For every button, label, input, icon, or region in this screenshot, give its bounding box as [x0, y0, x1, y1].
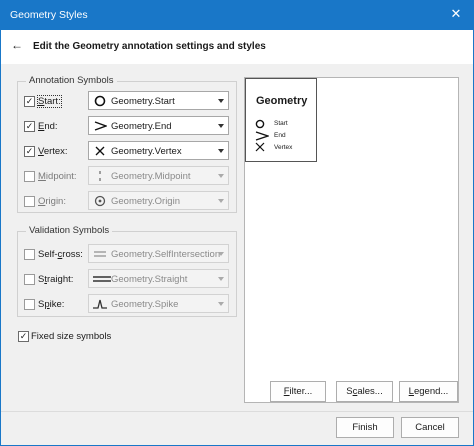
- chevron-down-icon: [218, 124, 224, 128]
- chevron-down-icon: [218, 199, 224, 203]
- end-label: End:: [38, 121, 58, 132]
- circle-icon: [255, 119, 265, 129]
- filter-button[interactable]: Filter...: [270, 381, 326, 402]
- preview-item-label: Vertex: [274, 144, 293, 151]
- spike-icon: [93, 299, 107, 309]
- spike-symbol-value: Geometry.Spike: [111, 299, 179, 310]
- self-cross-symbol-value: Geometry.SelfIntersection: [111, 249, 221, 260]
- straight-symbol-dropdown[interactable]: Geometry.Straight: [88, 269, 229, 288]
- start-checkbox[interactable]: ✓: [24, 96, 35, 107]
- close-icon[interactable]: ✕: [438, 0, 474, 30]
- annotation-symbols-group: Annotation Symbols ✓ Start: Geometry.Sta…: [17, 75, 237, 213]
- chevron-down-icon: [218, 99, 224, 103]
- midpoint-row: Midpoint: Geometry.Midpoint: [18, 166, 236, 186]
- fixed-size-option: ✓ Fixed size symbols: [18, 330, 138, 344]
- window-title: Geometry Styles: [10, 9, 88, 21]
- spike-label: Spike:: [38, 299, 65, 310]
- chevron-down-icon: [218, 149, 224, 153]
- legend-button[interactable]: Legend...: [399, 381, 458, 402]
- x-mark-icon: [95, 146, 105, 156]
- x-mark-icon: [255, 142, 265, 152]
- annotation-symbols-legend: Annotation Symbols: [26, 75, 117, 86]
- start-row: ✓ Start: Geometry.Start: [18, 91, 236, 111]
- cancel-button[interactable]: Cancel: [401, 417, 459, 438]
- straight-lines-icon: [93, 276, 111, 282]
- preview-title: Geometry: [256, 95, 308, 107]
- vertex-symbol-dropdown[interactable]: Geometry.Vertex: [88, 141, 229, 160]
- vertex-row: ✓ Vertex: Geometry.Vertex: [18, 141, 236, 161]
- spike-symbol-dropdown[interactable]: Geometry.Spike: [88, 294, 229, 313]
- straight-symbol-value: Geometry.Straight: [111, 274, 188, 285]
- midpoint-checkbox[interactable]: [24, 171, 35, 182]
- vertex-symbol-value: Geometry.Vertex: [111, 146, 182, 157]
- preview-item-vertex: Vertex: [255, 142, 315, 154]
- scales-button[interactable]: Scales...: [336, 381, 393, 402]
- chevron-icon: [255, 131, 269, 141]
- midpoint-symbol-dropdown[interactable]: Geometry.Midpoint: [88, 166, 229, 185]
- chevron-down-icon: [218, 174, 224, 178]
- chevron-down-icon: [218, 302, 224, 306]
- validation-symbols-legend: Validation Symbols: [26, 225, 113, 236]
- straight-label: Straight:: [38, 274, 74, 285]
- end-checkbox[interactable]: ✓: [24, 121, 35, 132]
- title-bar: Geometry Styles ✕: [0, 0, 474, 30]
- self-cross-row: Self-cross: Geometry.SelfIntersection: [18, 244, 236, 264]
- back-arrow-icon[interactable]: ←: [11, 38, 23, 52]
- straight-checkbox[interactable]: [24, 274, 35, 285]
- legend-preview-box: Geometry Start End Vertex: [245, 78, 317, 162]
- vertex-checkbox[interactable]: ✓: [24, 146, 35, 157]
- fixed-size-checkbox[interactable]: ✓: [18, 331, 29, 342]
- dialog-header: ← Edit the Geometry annotation settings …: [1, 30, 473, 64]
- header-title: Edit the Geometry annotation settings an…: [33, 41, 266, 52]
- self-cross-symbol-dropdown[interactable]: Geometry.SelfIntersection: [88, 244, 229, 263]
- dialog-footer: Finish Cancel: [1, 411, 473, 445]
- chevron-down-icon: [218, 252, 224, 256]
- double-line-icon: [94, 251, 106, 257]
- end-row: ✓ End: Geometry.End: [18, 116, 236, 136]
- target-icon: [94, 195, 106, 207]
- preview-panel: Geometry Start End Vertex: [244, 77, 459, 403]
- chevron-down-icon: [218, 277, 224, 281]
- preview-item-end: End: [255, 130, 315, 142]
- validation-symbols-group: Validation Symbols Self-cross: Geometry.…: [17, 225, 237, 317]
- end-symbol-dropdown[interactable]: Geometry.End: [88, 116, 229, 135]
- self-cross-checkbox[interactable]: [24, 249, 35, 260]
- midpoint-symbol-value: Geometry.Midpoint: [111, 171, 191, 182]
- midpoint-label: Midpoint:: [38, 171, 77, 182]
- vertex-label: Vertex:: [38, 146, 68, 157]
- spike-row: Spike: Geometry.Spike: [18, 294, 236, 314]
- origin-checkbox[interactable]: [24, 196, 35, 207]
- preview-item-label: End: [274, 132, 286, 139]
- tick-icon: [99, 171, 101, 181]
- preview-item-start: Start: [255, 118, 315, 130]
- spike-checkbox[interactable]: [24, 299, 35, 310]
- preview-item-label: Start: [274, 120, 288, 127]
- start-symbol-dropdown[interactable]: Geometry.Start: [88, 91, 229, 110]
- origin-label: Origin:: [38, 196, 66, 207]
- self-cross-label: Self-cross:: [38, 249, 83, 260]
- end-symbol-value: Geometry.End: [111, 121, 172, 132]
- circle-icon: [94, 95, 106, 107]
- finish-button[interactable]: Finish: [336, 417, 394, 438]
- fixed-size-label: Fixed size symbols: [31, 331, 112, 342]
- straight-row: Straight: Geometry.Straight: [18, 269, 236, 289]
- dialog-body: ← Edit the Geometry annotation settings …: [0, 30, 474, 446]
- origin-row: Origin: Geometry.Origin: [18, 191, 236, 211]
- start-symbol-value: Geometry.Start: [111, 96, 175, 107]
- origin-symbol-value: Geometry.Origin: [111, 196, 180, 207]
- origin-symbol-dropdown[interactable]: Geometry.Origin: [88, 191, 229, 210]
- chevron-icon: [94, 121, 107, 131]
- start-label: Start:: [37, 95, 62, 108]
